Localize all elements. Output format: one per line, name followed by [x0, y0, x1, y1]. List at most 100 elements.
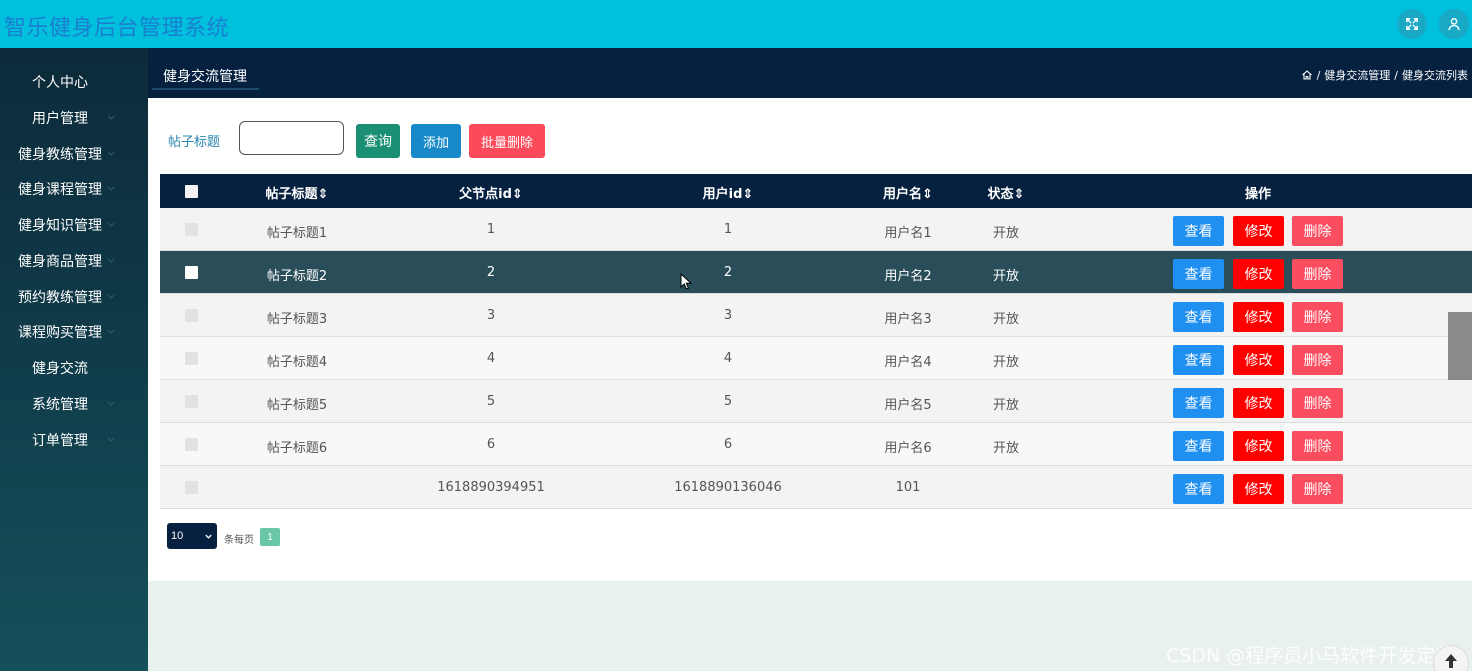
table-row[interactable]: 帖子标题2 2 2 用户名2 开放 查看 修改 删除	[160, 251, 1472, 294]
row-checkbox[interactable]	[185, 309, 198, 322]
delete-button[interactable]: 删除	[1292, 345, 1343, 375]
cell-status: 开放	[992, 269, 1020, 284]
sidebar-item-products[interactable]: 健身商品管理	[0, 246, 148, 276]
column-header-actions: 操作	[1244, 187, 1272, 202]
column-header-parent-id[interactable]: 父节点id⇕	[459, 183, 523, 202]
cell-user-id: 6	[723, 437, 733, 452]
table-row[interactable]: 1618890394951 1618890136046 101 查看 修改 删除	[160, 466, 1472, 509]
view-button[interactable]: 查看	[1173, 302, 1224, 332]
delete-button[interactable]: 删除	[1292, 388, 1343, 418]
sidebar-item-label: 健身知识管理	[18, 218, 102, 234]
sidebar-item-coaches[interactable]: 健身教练管理	[0, 139, 148, 169]
edit-button[interactable]: 修改	[1233, 388, 1284, 418]
batch-delete-button[interactable]: 批量删除	[469, 124, 545, 158]
delete-button[interactable]: 删除	[1292, 302, 1343, 332]
title-underline	[152, 88, 259, 90]
scrollbar-thumb[interactable]	[1448, 312, 1472, 380]
edit-button[interactable]: 修改	[1233, 216, 1284, 246]
breadcrumb-item[interactable]: 健身交流管理	[1324, 67, 1390, 83]
home-icon[interactable]	[1301, 69, 1313, 81]
edit-button[interactable]: 修改	[1233, 302, 1284, 332]
cell-user-id: 3	[723, 308, 733, 323]
cell-username: 用户名6	[884, 441, 932, 456]
row-checkbox[interactable]	[185, 395, 198, 408]
page-title: 健身交流管理	[163, 69, 247, 85]
view-button[interactable]: 查看	[1173, 388, 1224, 418]
table-row[interactable]: 帖子标题1 1 1 用户名1 开放 查看 修改 删除	[160, 208, 1472, 251]
chevron-down-icon	[107, 186, 115, 191]
sidebar-item-appointments[interactable]: 预约教练管理	[0, 282, 148, 312]
table-row[interactable]: 帖子标题4 4 4 用户名4 开放 查看 修改 删除	[160, 337, 1472, 380]
table-row[interactable]: 帖子标题5 5 5 用户名5 开放 查看 修改 删除	[160, 380, 1472, 423]
cell-username: 用户名3	[884, 312, 932, 327]
view-button[interactable]: 查看	[1173, 431, 1224, 461]
page-size-select[interactable]: 10	[167, 523, 217, 549]
select-all-checkbox[interactable]	[185, 185, 198, 198]
cell-parent-id: 1	[486, 222, 496, 237]
cell-user-id: 5	[723, 394, 733, 409]
sidebar-item-label: 健身教练管理	[18, 147, 102, 163]
view-button[interactable]: 查看	[1173, 345, 1224, 375]
sidebar-item-courses[interactable]: 健身课程管理	[0, 174, 148, 204]
sidebar-item-label: 预约教练管理	[18, 290, 102, 306]
search-input[interactable]	[239, 121, 344, 155]
view-button[interactable]: 查看	[1173, 474, 1224, 504]
row-checkbox[interactable]	[185, 266, 198, 279]
chevron-down-icon	[107, 258, 115, 263]
watermark: CSDN @程序员小马软件开发定制	[1166, 645, 1455, 667]
cell-username: 用户名1	[884, 226, 932, 241]
page-number-current[interactable]: 1	[260, 528, 280, 546]
cell-user-id: 4	[723, 351, 733, 366]
arrow-up-icon	[1445, 654, 1457, 668]
fullscreen-icon[interactable]	[1397, 9, 1427, 39]
sidebar-item-orders[interactable]: 订单管理	[0, 425, 148, 455]
view-button[interactable]: 查看	[1173, 216, 1224, 246]
column-header-user-id[interactable]: 用户id⇕	[703, 183, 754, 202]
table-row[interactable]: 帖子标题3 3 3 用户名3 开放 查看 修改 删除	[160, 294, 1472, 337]
sidebar-item-label: 系统管理	[32, 397, 88, 413]
sidebar: 个人中心 用户管理 健身教练管理 健身课程管理 健身知识管理 健身商品管理 预约…	[0, 48, 148, 671]
row-checkbox[interactable]	[185, 481, 198, 494]
row-checkbox[interactable]	[185, 223, 198, 236]
cell-parent-id: 5	[486, 394, 496, 409]
cell-username: 101	[895, 480, 921, 495]
delete-button[interactable]: 删除	[1292, 431, 1343, 461]
delete-button[interactable]: 删除	[1292, 259, 1343, 289]
add-button[interactable]: 添加	[411, 124, 461, 158]
edit-button[interactable]: 修改	[1233, 259, 1284, 289]
column-header-username[interactable]: 用户名⇕	[883, 183, 933, 202]
cell-user-id: 1	[723, 222, 733, 237]
content-header: 健身交流管理 / 健身交流管理 / 健身交流列表	[148, 48, 1472, 98]
edit-button[interactable]: 修改	[1233, 345, 1284, 375]
cell-parent-id: 3	[486, 308, 496, 323]
user-icon[interactable]	[1439, 9, 1469, 39]
sidebar-item-system[interactable]: 系统管理	[0, 389, 148, 419]
sidebar-item-forum[interactable]: 健身交流	[0, 353, 148, 383]
edit-button[interactable]: 修改	[1233, 474, 1284, 504]
sidebar-item-users[interactable]: 用户管理	[0, 103, 148, 133]
cell-title: 帖子标题5	[266, 398, 328, 413]
row-checkbox[interactable]	[185, 438, 198, 451]
sidebar-item-profile[interactable]: 个人中心	[0, 67, 148, 97]
column-header-title[interactable]: 帖子标题⇕	[266, 183, 329, 202]
query-button[interactable]: 查询	[356, 124, 400, 158]
row-checkbox[interactable]	[185, 352, 198, 365]
breadcrumb-separator: /	[1394, 68, 1398, 82]
cell-parent-id: 6	[486, 437, 496, 452]
column-header-status[interactable]: 状态⇕	[988, 183, 1025, 202]
chevron-down-icon	[107, 294, 115, 299]
cell-username: 用户名2	[884, 269, 932, 284]
sidebar-item-knowledge[interactable]: 健身知识管理	[0, 210, 148, 240]
delete-button[interactable]: 删除	[1292, 216, 1343, 246]
cell-user-id: 2	[723, 265, 733, 280]
view-button[interactable]: 查看	[1173, 259, 1224, 289]
delete-button[interactable]: 删除	[1292, 474, 1343, 504]
cell-title: 帖子标题6	[266, 441, 328, 456]
top-bar: 智乐健身后台管理系统	[0, 0, 1472, 48]
cell-user-id: 1618890136046	[674, 480, 782, 495]
breadcrumb: / 健身交流管理 / 健身交流列表	[1301, 67, 1468, 83]
table-row[interactable]: 帖子标题6 6 6 用户名6 开放 查看 修改 删除	[160, 423, 1472, 466]
edit-button[interactable]: 修改	[1233, 431, 1284, 461]
sidebar-item-purchases[interactable]: 课程购买管理	[0, 317, 148, 347]
back-to-top-button[interactable]	[1433, 645, 1469, 671]
